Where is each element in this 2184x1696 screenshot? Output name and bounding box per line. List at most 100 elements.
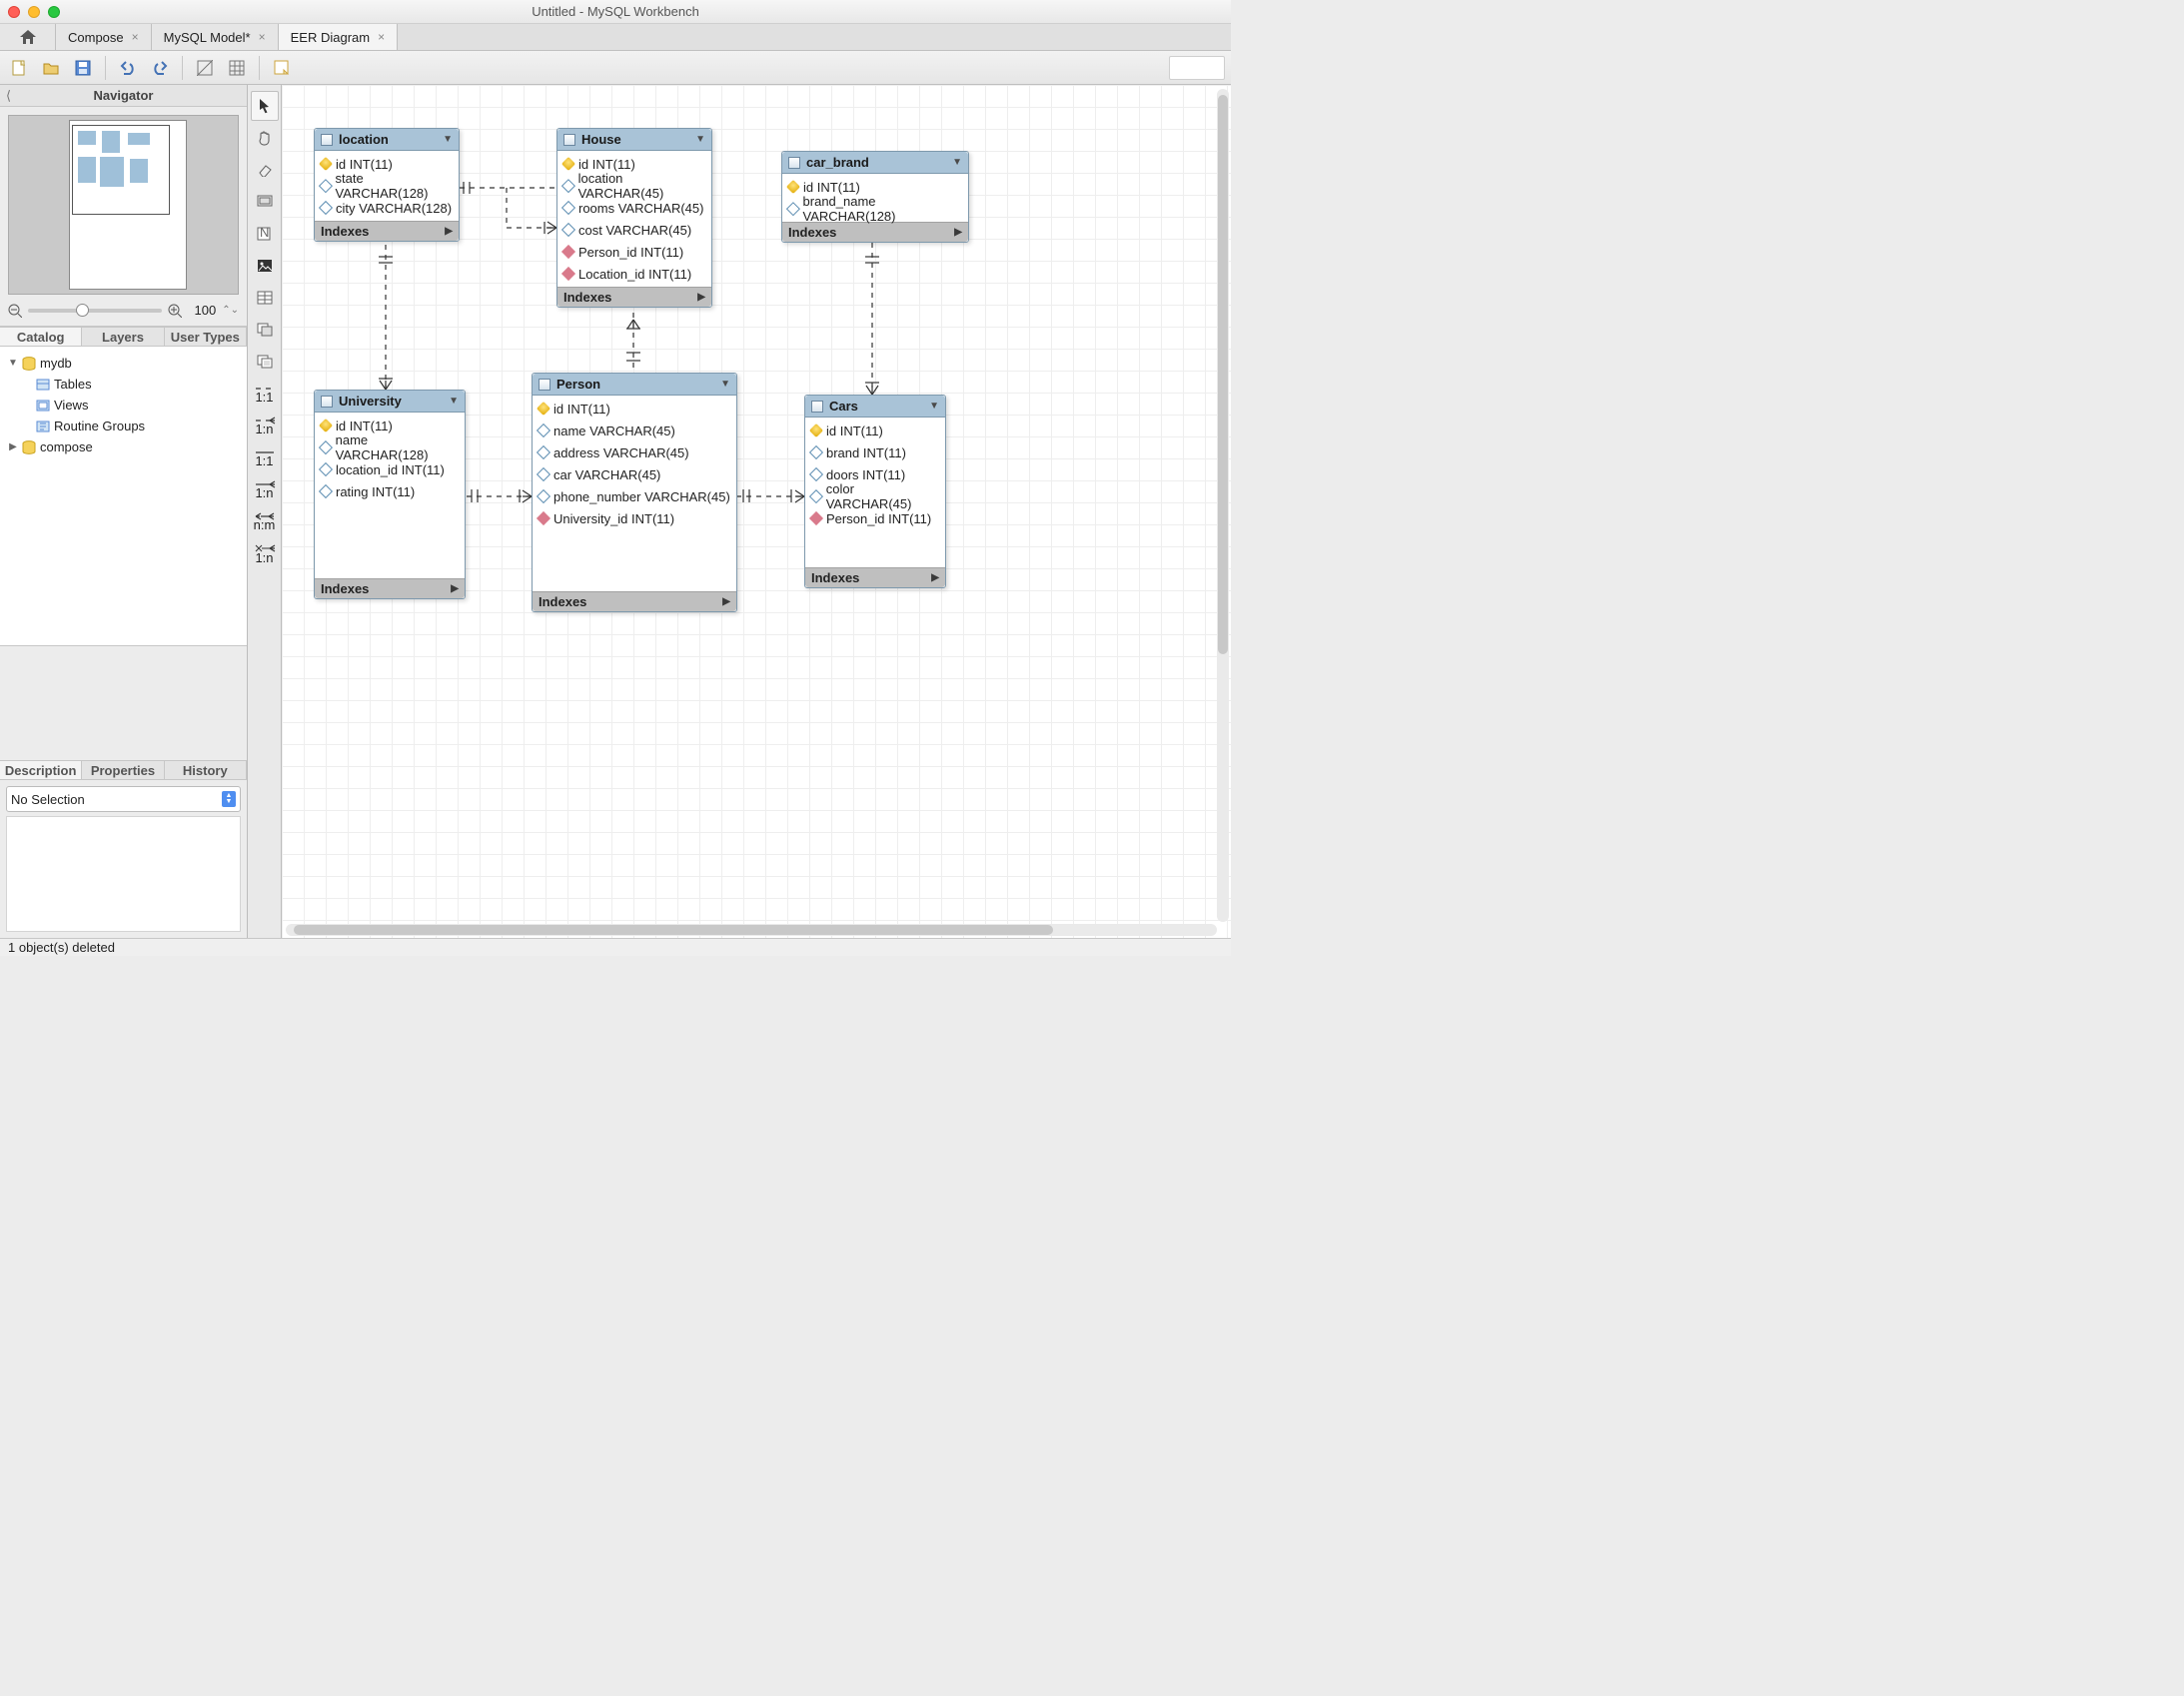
entity-car-brand[interactable]: car_brand▼ id INT(11)brand_name VARCHAR(… xyxy=(781,151,969,243)
chevron-down-icon[interactable]: ▼ xyxy=(695,134,705,145)
chevron-down-icon[interactable]: ▼ xyxy=(443,134,453,145)
chevron-down-icon[interactable]: ▼ xyxy=(952,157,962,168)
column[interactable]: name VARCHAR(45) xyxy=(533,420,736,441)
column[interactable]: id INT(11) xyxy=(805,420,945,441)
column[interactable]: cost VARCHAR(45) xyxy=(557,219,711,241)
zoom-out-icon[interactable] xyxy=(8,304,22,318)
chevron-right-icon[interactable]: ▶ xyxy=(451,583,459,594)
column[interactable]: city VARCHAR(128) xyxy=(315,197,459,219)
tree-db-mydb[interactable]: ▼ mydb xyxy=(4,353,243,374)
note-tool[interactable]: N xyxy=(251,219,279,249)
zoom-window-button[interactable] xyxy=(48,6,60,18)
column[interactable]: location_id INT(11) xyxy=(315,458,465,480)
eraser-tool[interactable] xyxy=(251,155,279,185)
column[interactable]: color VARCHAR(45) xyxy=(805,485,945,507)
entity-location[interactable]: location▼ id INT(11)state VARCHAR(128)ci… xyxy=(314,128,460,242)
rel-1-n-tool[interactable]: 1:n xyxy=(251,411,279,440)
new-file-button[interactable] xyxy=(6,55,32,81)
catalog-tab-layers[interactable]: Layers xyxy=(82,328,164,346)
column[interactable]: address VARCHAR(45) xyxy=(533,441,736,463)
minimize-window-button[interactable] xyxy=(28,6,40,18)
column[interactable]: Person_id INT(11) xyxy=(557,241,711,263)
image-tool[interactable] xyxy=(251,251,279,281)
column[interactable]: id INT(11) xyxy=(533,398,736,420)
close-icon[interactable]: × xyxy=(132,30,139,44)
column[interactable]: Location_id INT(11) xyxy=(557,263,711,285)
column[interactable]: state VARCHAR(128) xyxy=(315,175,459,197)
zoom-slider[interactable] xyxy=(28,309,162,313)
tree-item-routine-groups[interactable]: Routine Groups xyxy=(4,416,243,436)
column[interactable]: brand_name VARCHAR(128) xyxy=(782,198,968,220)
save-button[interactable] xyxy=(70,55,96,81)
zoom-in-icon[interactable] xyxy=(168,304,182,318)
disclosure-open-icon[interactable]: ▼ xyxy=(8,358,18,369)
vertical-scrollbar[interactable] xyxy=(1217,89,1229,922)
tree-db-compose[interactable]: ▶ compose xyxy=(4,436,243,457)
horizontal-scrollbar[interactable] xyxy=(286,924,1217,936)
entity-cars[interactable]: Cars▼ id INT(11)brand INT(11)doors INT(1… xyxy=(804,395,946,588)
grid-toggle-button[interactable] xyxy=(192,55,218,81)
indexes-label: Indexes xyxy=(788,225,836,240)
tab-properties[interactable]: Properties xyxy=(82,761,164,779)
new-layer-button[interactable] xyxy=(269,55,295,81)
catalog-tree[interactable]: ▼ mydb Tables Views Routine Groups ▶ com… xyxy=(0,347,247,646)
entity-university[interactable]: University▼ id INT(11)name VARCHAR(128)l… xyxy=(314,390,466,599)
tab-compose[interactable]: Compose × xyxy=(56,24,152,50)
chevron-down-icon[interactable]: ▼ xyxy=(720,379,730,390)
chevron-right-icon[interactable]: ▶ xyxy=(954,227,962,238)
column[interactable]: location VARCHAR(45) xyxy=(557,175,711,197)
view-tool[interactable] xyxy=(251,315,279,345)
chevron-down-icon[interactable]: ▼ xyxy=(929,401,939,412)
rel-1-1-id-tool[interactable]: 1:1 xyxy=(251,442,279,472)
tab-mysql-model[interactable]: MySQL Model* × xyxy=(152,24,279,50)
tab-description[interactable]: Description xyxy=(0,761,82,779)
column[interactable]: name VARCHAR(128) xyxy=(315,436,465,458)
column-text: brand INT(11) xyxy=(826,445,906,460)
table-tool[interactable] xyxy=(251,283,279,313)
entity-person[interactable]: Person▼ id INT(11)name VARCHAR(45)addres… xyxy=(532,373,737,612)
close-icon[interactable]: × xyxy=(378,30,385,44)
column[interactable]: University_id INT(11) xyxy=(533,507,736,529)
entity-house[interactable]: House▼ id INT(11)location VARCHAR(45)roo… xyxy=(556,128,712,308)
chevron-right-icon[interactable]: ▶ xyxy=(445,226,453,237)
routine-tool[interactable] xyxy=(251,347,279,377)
column[interactable]: car VARCHAR(45) xyxy=(533,463,736,485)
redo-button[interactable] xyxy=(147,55,173,81)
selection-dropdown[interactable]: No Selection ▲▼ xyxy=(6,786,241,812)
catalog-tab-catalog[interactable]: Catalog xyxy=(0,328,82,346)
rel-existing-tool[interactable]: 1:n xyxy=(251,538,279,568)
home-tab[interactable] xyxy=(0,24,56,50)
hand-tool[interactable] xyxy=(251,123,279,153)
chevron-right-icon[interactable]: ▶ xyxy=(931,572,939,583)
column[interactable]: brand INT(11) xyxy=(805,441,945,463)
rel-1-n-id-tool[interactable]: 1:n xyxy=(251,474,279,504)
zoom-stepper-icon[interactable]: ⌃⌄ xyxy=(222,305,239,316)
grid-show-button[interactable] xyxy=(224,55,250,81)
rel-n-m-tool[interactable]: n:m xyxy=(251,506,279,536)
toolbar-search-slot[interactable] xyxy=(1169,56,1225,80)
chevron-down-icon[interactable]: ▼ xyxy=(449,396,459,407)
column[interactable]: rating INT(11) xyxy=(315,480,465,502)
collapse-icon[interactable]: ⟨ xyxy=(6,88,11,104)
catalog-tab-user-types[interactable]: User Types xyxy=(165,328,247,346)
tree-item-tables[interactable]: Tables xyxy=(4,374,243,395)
column[interactable]: Person_id INT(11) xyxy=(805,507,945,529)
column[interactable]: rooms VARCHAR(45) xyxy=(557,197,711,219)
rel-1-1-tool[interactable]: 1:1 xyxy=(251,379,279,409)
disclosure-closed-icon[interactable]: ▶ xyxy=(8,441,18,452)
open-file-button[interactable] xyxy=(38,55,64,81)
layer-tool[interactable] xyxy=(251,187,279,217)
close-window-button[interactable] xyxy=(8,6,20,18)
separator xyxy=(182,56,183,80)
pointer-tool[interactable] xyxy=(251,91,279,121)
close-icon[interactable]: × xyxy=(259,30,266,44)
undo-button[interactable] xyxy=(115,55,141,81)
diagram-canvas[interactable]: location▼ id INT(11)state VARCHAR(128)ci… xyxy=(282,85,1231,938)
tree-item-views[interactable]: Views xyxy=(4,395,243,416)
tab-history[interactable]: History xyxy=(165,761,247,779)
minimap[interactable] xyxy=(8,115,239,295)
chevron-right-icon[interactable]: ▶ xyxy=(697,292,705,303)
column[interactable]: phone_number VARCHAR(45) xyxy=(533,485,736,507)
chevron-right-icon[interactable]: ▶ xyxy=(722,596,730,607)
tab-eer-diagram[interactable]: EER Diagram × xyxy=(279,24,398,50)
